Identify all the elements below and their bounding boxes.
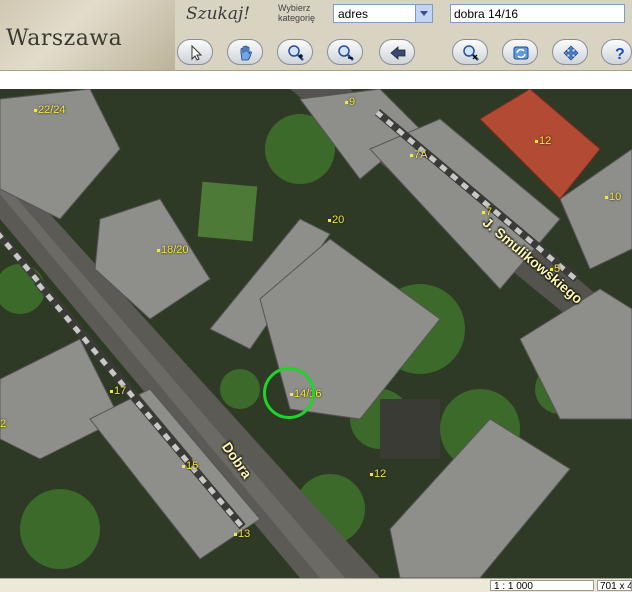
address-label[interactable]: 10 [605,191,621,203]
full-extent-button[interactable] [552,39,588,65]
address-label[interactable]: 15 [182,460,198,472]
zoom-out-icon [338,45,354,61]
header: Warszawa Szukaj! Wybierz kategorię adres… [0,0,632,71]
search-input[interactable] [450,4,625,23]
map-size-indicator: 701 x 4 [597,580,632,591]
city-title: Warszawa [6,26,123,51]
status-bar: 1 : 1 000 701 x 4 [0,578,632,592]
address-label[interactable]: 18/20 [157,244,189,256]
pointer-icon [191,44,203,61]
address-label[interactable]: 7 [482,206,492,218]
logo-area: Warszawa [0,0,175,70]
pan-hand-icon [240,45,252,61]
zoom-in-button[interactable] [277,39,313,65]
aerial-imagery [0,89,632,578]
zoom-out-button[interactable] [327,39,363,65]
address-label[interactable]: 12 [370,468,386,480]
map-view[interactable]: J. Smulikowskiego Dobra 22/24 9 12 7A 10… [0,89,632,578]
svg-text:?: ? [615,46,625,62]
address-label[interactable]: 13 [234,528,250,540]
address-label[interactable]: 17 [110,385,126,397]
address-label[interactable]: 5 [550,263,560,275]
address-label[interactable]: 12 [535,135,551,147]
chevron-down-icon[interactable] [415,5,432,22]
refresh-button[interactable] [502,39,538,65]
search-title: Szukaj! [186,4,251,24]
address-label[interactable]: 9 [345,96,355,108]
help-button[interactable]: ? [601,39,632,65]
back-arrow-icon [390,46,406,60]
category-select-value: adres [338,7,369,21]
category-label: Wybierz kategorię [278,3,316,23]
zoom-clear-icon [463,45,479,61]
pan-button[interactable] [227,39,263,65]
refresh-icon [513,46,529,60]
address-label[interactable]: 7A [410,149,427,161]
zoom-in-icon [288,45,304,61]
scale-indicator: 1 : 1 000 [490,580,594,592]
address-label[interactable]: 22/24 [34,104,66,116]
toolbar-gap [0,71,632,89]
full-extent-icon [563,45,579,61]
back-button[interactable] [379,39,415,65]
category-select[interactable]: adres [333,4,433,23]
address-label[interactable]: 2 [0,418,6,430]
address-label[interactable]: 20 [328,214,344,226]
search-result-marker [263,367,315,419]
pointer-button[interactable] [177,39,213,65]
zoom-clear-button[interactable] [452,39,488,65]
help-icon: ? [615,46,625,62]
